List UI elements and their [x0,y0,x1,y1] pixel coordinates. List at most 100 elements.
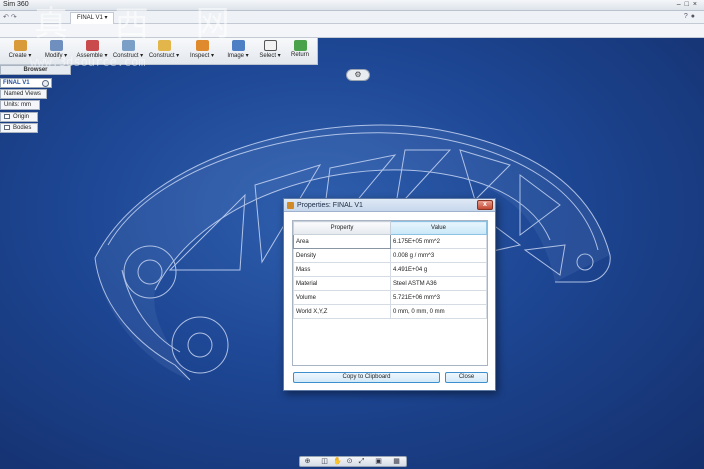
help-icon[interactable]: ? [684,13,691,20]
folder-icon [4,114,10,119]
dialog-title: Properties: FINAL V1 [297,202,363,209]
property-cell: Volume [293,290,391,305]
dialog-close-button[interactable]: x [477,200,493,210]
undo-icon[interactable]: ↶ [3,14,9,21]
pan-icon[interactable]: ✋ [333,458,342,466]
return-button[interactable]: Return [282,39,318,63]
right-hole [576,253,594,271]
table-row[interactable]: Volume 5.721E+06 mm^3 [293,290,487,305]
visibility-icon[interactable] [42,80,49,87]
assemble-menu-button[interactable]: Assemble ▾ [74,39,110,63]
image-label: Image ▾ [227,53,249,59]
properties-table: Property Value Area 6.175E+05 mm^2 Densi… [293,221,487,319]
close-window-icon[interactable]: × [693,1,701,8]
window-controls[interactable]: –□× [677,1,701,8]
create-label: Create ▾ [8,53,32,59]
value-cell: 5.721E+06 mm^3 [390,290,487,305]
create-menu-button[interactable]: Create ▾ [2,39,38,63]
lattice-1 [168,193,246,271]
assemble-label: Assemble ▾ [76,53,108,59]
main-toolbar: Create ▾ Modify ▾ Assemble ▾ Construct ▾… [0,38,318,65]
image-icon [231,40,245,51]
construct-label: Construct ▾ [112,53,144,59]
look-at-icon[interactable]: ◫ [320,458,329,466]
part-bottom-edge [94,257,191,381]
left-boss-inner [137,259,163,285]
tree-root-item[interactable]: FINAL V1 [0,78,52,88]
display-settings-icon[interactable]: ▣ [374,458,383,466]
quick-access-toolbar[interactable]: ↶ ↷ [3,13,17,21]
property-cell: World X,Y,Z [293,304,391,319]
inspect-menu-button[interactable]: Inspect ▾ [184,39,220,63]
property-cell: Density [293,248,391,263]
minimize-icon[interactable]: – [677,1,685,8]
part-bottom-inner [121,269,181,353]
create-icon [13,40,27,51]
orbit-icon[interactable]: ⊕ [303,458,312,466]
table-row[interactable]: Material Steel ASTM A36 [293,276,487,291]
browser-panel-title[interactable]: Browser [0,65,71,75]
properties-icon [287,202,294,209]
tree-item-label: Units: mm [4,102,31,108]
folder-icon [4,125,10,130]
document-tab-row: ↶ ↷ FINAL V1 ▾ ?● [0,11,704,24]
property-cell: Mass [293,262,391,277]
fit-icon[interactable]: ⤢ [357,458,366,466]
user-icon[interactable]: ● [691,13,698,20]
document-tab[interactable]: FINAL V1 ▾ [70,12,115,24]
tree-item-label: Bodies [13,125,32,131]
properties-grid: Property Value Area 6.175E+05 mm^2 Densi… [292,220,488,366]
tree-item-label: Named Views [4,91,41,97]
value-cell: Steel ASTM A36 [390,276,487,291]
property-cell: Area [293,234,391,249]
inspect-icon [195,40,209,51]
lattice-6 [519,174,561,236]
zoom-icon[interactable]: ⊙ [345,458,354,466]
app-title: Sim 360 [3,1,29,8]
tree-item-named-views[interactable]: Named Views [0,89,47,99]
modify-menu-button[interactable]: Modify ▾ [38,39,74,63]
return-check-icon [293,40,307,51]
modify-icon [49,40,63,51]
lower-boss-outer [171,316,229,374]
lower-boss-inner [187,332,213,358]
lattice-5 [459,149,511,201]
image-menu-button[interactable]: Image ▾ [220,39,256,63]
gear-icon[interactable]: ⚙ [346,69,370,81]
table-row[interactable]: Density 0.008 g / mm^3 [293,248,487,263]
ribbon-strip [0,24,704,38]
inspect-label: Inspect ▾ [189,53,215,59]
tree-item-origin[interactable]: Origin [0,112,38,122]
grid-settings-icon[interactable]: ▦ [392,458,401,466]
title-bar: Sim 360 –□× [0,0,704,11]
tree-item-bodies[interactable]: Bodies [0,123,38,133]
tree-root-label: FINAL V1 [3,80,30,86]
redo-icon[interactable]: ↷ [11,14,17,21]
tree-item-units[interactable]: Units: mm [0,100,40,110]
select-icon [263,40,277,51]
return-label: Return [290,52,309,58]
construct-icon [121,40,135,51]
copy-to-clipboard-button[interactable]: Copy to Clipboard [293,372,440,383]
construct-plane-menu-button[interactable]: Construct ▾ [146,39,182,63]
modify-label: Modify ▾ [44,53,68,59]
value-cell: 6.175E+05 mm^2 [390,234,487,249]
table-row[interactable]: Area 6.175E+05 mm^2 [293,234,487,249]
table-row[interactable]: Mass 4.491E+04 g [293,262,487,277]
assemble-icon [85,40,99,51]
left-boss-outer [123,245,177,299]
table-row[interactable]: World X,Y,Z 0 mm, 0 mm, 0 mm [293,304,487,319]
value-cell: 0.008 g / mm^3 [390,248,487,263]
value-cell: 4.491E+04 g [390,262,487,277]
construct-menu-button[interactable]: Construct ▾ [110,39,146,63]
column-header-property[interactable]: Property [293,221,391,235]
value-cell: 0 mm, 0 mm, 0 mm [390,304,487,319]
dialog-title-bar[interactable]: Properties: FINAL V1 x [284,199,495,212]
construct-plane-label: Construct ▾ [148,53,180,59]
top-right-tools[interactable]: ?● [684,13,698,20]
column-header-value[interactable]: Value [390,221,487,235]
close-button[interactable]: Close [445,372,488,383]
property-cell: Material [293,276,391,291]
construct-plane-icon [157,40,171,51]
maximize-icon[interactable]: □ [685,1,693,8]
